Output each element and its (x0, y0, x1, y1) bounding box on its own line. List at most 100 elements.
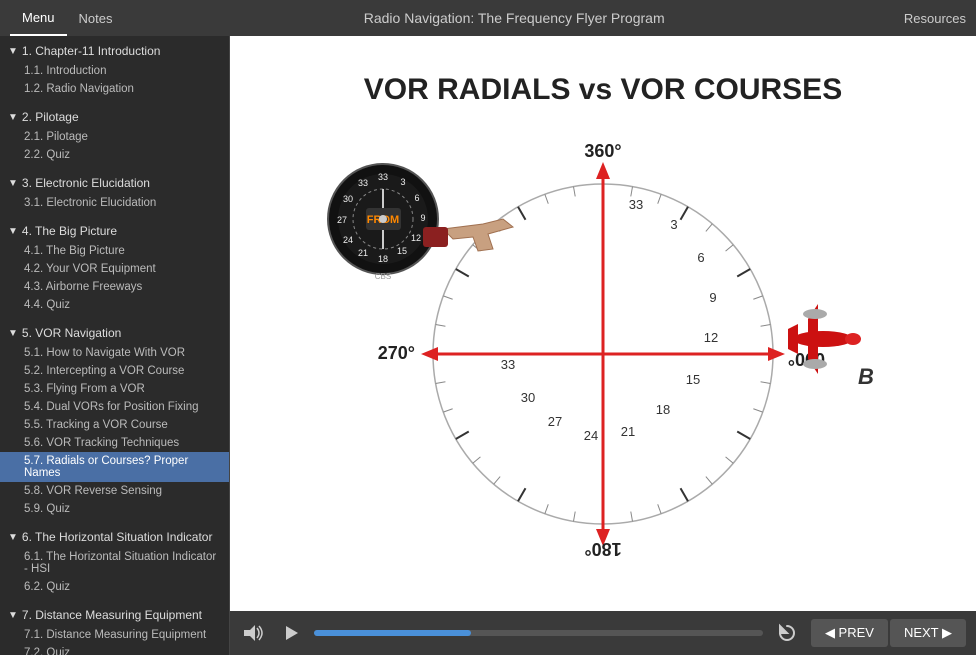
play-icon (282, 624, 300, 642)
chapter-3-header[interactable]: ▼ 3. Electronic Elucidation (0, 172, 229, 194)
slide-title: VOR RADIALS vs VOR COURSES (364, 73, 842, 106)
sidebar-item-1-2[interactable]: 1.2. Radio Navigation (0, 80, 229, 98)
sidebar-item-5-3[interactable]: 5.3. Flying From a VOR (0, 380, 229, 398)
svg-text:CBS: CBS (375, 272, 391, 281)
north-arrow (596, 162, 610, 179)
svg-text:12: 12 (704, 330, 718, 345)
sidebar-item-6-2[interactable]: 6.2. Quiz (0, 578, 229, 596)
sidebar-chapter-6: ▼ 6. The Horizontal Situation Indicator … (0, 522, 229, 600)
sidebar-item-5-1[interactable]: 5.1. How to Navigate With VOR (0, 344, 229, 362)
chapter-2-header[interactable]: ▼ 2. Pilotage (0, 106, 229, 128)
prev-button[interactable]: ◀ PREV (811, 619, 888, 647)
svg-text:15: 15 (397, 246, 407, 256)
sidebar-item-4-2[interactable]: 4.2. Your VOR Equipment (0, 260, 229, 278)
sidebar-chapter-7: ▼ 7. Distance Measuring Equipment 7.1. D… (0, 600, 229, 655)
west-arrow (421, 347, 438, 361)
sidebar-item-2-2[interactable]: 2.2. Quiz (0, 146, 229, 164)
refresh-icon (777, 623, 797, 643)
sidebar-chapter-1: ▼ 1. Chapter-11 Introduction 1.1. Introd… (0, 36, 229, 102)
vor-instrument: 33 3 6 9 12 15 18 21 24 27 30 33 (328, 164, 438, 281)
sidebar-item-5-9[interactable]: 5.9. Quiz (0, 500, 229, 518)
sidebar-chapter-2: ▼ 2. Pilotage 2.1. Pilotage 2.2. Quiz (0, 102, 229, 168)
b-label: B (858, 364, 874, 389)
chapter-2-label: 2. Pilotage (22, 110, 79, 124)
svg-text:6: 6 (414, 193, 419, 203)
sidebar-item-4-3[interactable]: 4.3. Airborne Freeways (0, 278, 229, 296)
chapter-4-header[interactable]: ▼ 4. The Big Picture (0, 220, 229, 242)
chapter-7-arrow: ▼ (8, 610, 18, 621)
chapter-6-label: 6. The Horizontal Situation Indicator (22, 530, 213, 544)
chapter-3-arrow: ▼ (8, 178, 18, 189)
nav-buttons: ◀ PREV NEXT ▶ (811, 619, 966, 647)
sidebar-item-7-2[interactable]: 7.2. Quiz (0, 644, 229, 655)
sidebar-item-5-5[interactable]: 5.5. Tracking a VOR Course (0, 416, 229, 434)
svg-text:33: 33 (378, 172, 388, 182)
sidebar-item-5-4[interactable]: 5.4. Dual VORs for Position Fixing (0, 398, 229, 416)
chapter-7-header[interactable]: ▼ 7. Distance Measuring Equipment (0, 604, 229, 626)
play-button[interactable] (278, 620, 304, 646)
tab-notes[interactable]: Notes (67, 0, 125, 36)
svg-text:3: 3 (400, 177, 405, 187)
svg-text:3: 3 (670, 217, 677, 232)
volume-button[interactable] (240, 621, 268, 645)
sidebar-item-1-1[interactable]: 1.1. Introduction (0, 62, 229, 80)
chapter-6-header[interactable]: ▼ 6. The Horizontal Situation Indicator (0, 526, 229, 548)
svg-text:33: 33 (629, 197, 643, 212)
north-label: 360° (584, 141, 621, 161)
progress-fill (314, 630, 471, 636)
svg-text:15: 15 (686, 372, 700, 387)
chapter-3-label: 3. Electronic Elucidation (22, 176, 150, 190)
svg-text:24: 24 (343, 235, 353, 245)
sidebar-item-5-8[interactable]: 5.8. VOR Reverse Sensing (0, 482, 229, 500)
sidebar-item-4-4[interactable]: 4.4. Quiz (0, 296, 229, 314)
svg-text:12: 12 (411, 233, 421, 243)
compass-labels: 33 3 6 9 12 15 18 21 24 27 30 33 (501, 197, 718, 443)
svg-text:27: 27 (548, 414, 562, 429)
chapter-5-arrow: ▼ (8, 328, 18, 339)
sidebar-item-3-1[interactable]: 3.1. Electronic Elucidation (0, 194, 229, 212)
sidebar-chapter-4: ▼ 4. The Big Picture 4.1. The Big Pictur… (0, 216, 229, 318)
chapter-1-arrow: ▼ (8, 46, 18, 57)
slide-svg: VOR RADIALS vs VOR COURSES (233, 44, 973, 604)
svg-text:33: 33 (501, 357, 515, 372)
svg-text:9: 9 (709, 290, 716, 305)
svg-text:21: 21 (621, 424, 635, 439)
svg-text:33: 33 (358, 178, 368, 188)
chapter-7-label: 7. Distance Measuring Equipment (22, 608, 202, 622)
chapter-1-header[interactable]: ▼ 1. Chapter-11 Introduction (0, 40, 229, 62)
sidebar-item-6-1[interactable]: 6.1. The Horizontal Situation Indicator … (0, 548, 229, 578)
refresh-button[interactable] (773, 619, 801, 647)
volume-icon (244, 625, 264, 641)
south-label: 180° (584, 539, 621, 559)
control-bar: ◀ PREV NEXT ▶ (230, 611, 976, 655)
sidebar-item-7-1[interactable]: 7.1. Distance Measuring Equipment (0, 626, 229, 644)
progress-bar[interactable] (314, 630, 763, 636)
sidebar-item-2-1[interactable]: 2.1. Pilotage (0, 128, 229, 146)
chapter-6-arrow: ▼ (8, 532, 18, 543)
chapter-1-label: 1. Chapter-11 Introduction (22, 44, 161, 58)
chapter-2-arrow: ▼ (8, 112, 18, 123)
tab-menu[interactable]: Menu (10, 0, 67, 36)
sidebar-chapter-5: ▼ 5. VOR Navigation 5.1. How to Navigate… (0, 318, 229, 522)
svg-text:9: 9 (420, 213, 425, 223)
sidebar: ▼ 1. Chapter-11 Introduction 1.1. Introd… (0, 36, 230, 655)
header-tab-group: Menu Notes (10, 0, 125, 36)
svg-text:24: 24 (584, 428, 598, 443)
content-area: VOR RADIALS vs VOR COURSES (230, 36, 976, 655)
svg-text:6: 6 (697, 250, 704, 265)
chapter-4-arrow: ▼ (8, 226, 18, 237)
sidebar-item-5-2[interactable]: 5.2. Intercepting a VOR Course (0, 362, 229, 380)
sidebar-item-5-7[interactable]: 5.7. Radials or Courses? Proper Names (0, 452, 229, 482)
main-layout: ▼ 1. Chapter-11 Introduction 1.1. Introd… (0, 36, 976, 655)
svg-text:21: 21 (358, 248, 368, 258)
resources-button[interactable]: Resources (904, 11, 966, 26)
svg-text:18: 18 (378, 254, 388, 264)
chapter-5-header[interactable]: ▼ 5. VOR Navigation (0, 322, 229, 344)
chapter-5-label: 5. VOR Navigation (22, 326, 121, 340)
sidebar-item-5-6[interactable]: 5.6. VOR Tracking Techniques (0, 434, 229, 452)
next-button[interactable]: NEXT ▶ (890, 619, 966, 647)
sidebar-item-4-1[interactable]: 4.1. The Big Picture (0, 242, 229, 260)
svg-text:18: 18 (656, 402, 670, 417)
svg-text:27: 27 (337, 215, 347, 225)
header-title: Radio Navigation: The Frequency Flyer Pr… (125, 10, 904, 26)
